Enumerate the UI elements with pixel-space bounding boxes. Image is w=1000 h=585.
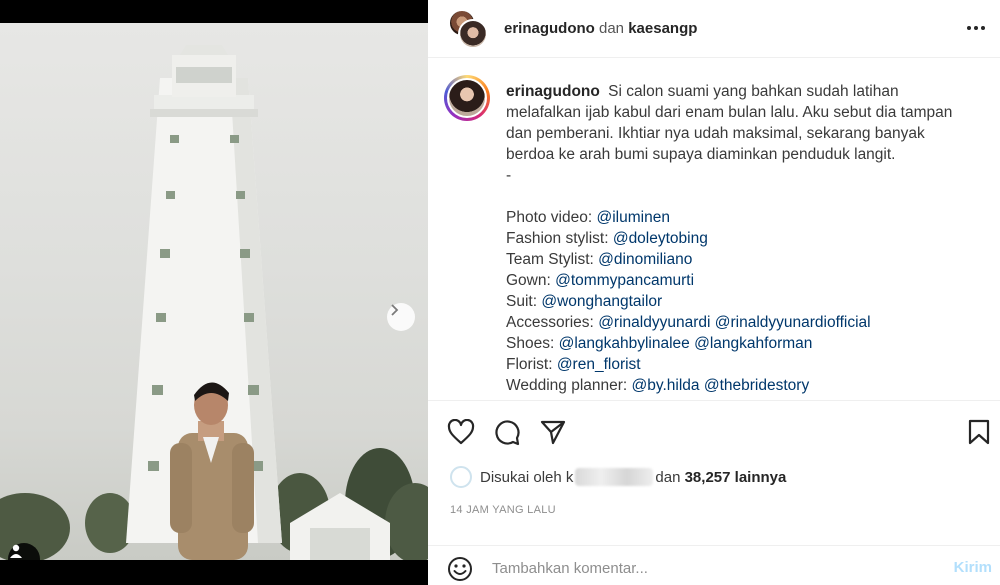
mention-link[interactable]: @ren_florist <box>557 356 641 373</box>
caption-area: erinagudono Si calon suami yang bahkan s… <box>428 59 1000 401</box>
share-button[interactable] <box>538 417 568 447</box>
comment-input[interactable] <box>492 556 932 580</box>
mention-link[interactable]: @by.hilda <box>632 377 700 394</box>
credit-label: Gown: <box>506 272 551 289</box>
chevron-right-icon <box>391 304 399 316</box>
comment-button[interactable] <box>492 417 522 447</box>
mention-link[interactable]: @tommypancamurti <box>555 272 694 289</box>
avatar <box>458 18 488 49</box>
mention-link[interactable]: @doleytobing <box>613 230 708 247</box>
emoji-button[interactable] <box>446 555 474 583</box>
header-username[interactable]: erinagudono <box>504 20 595 37</box>
save-button[interactable] <box>964 417 994 447</box>
credit-label: Photo video: <box>506 209 593 226</box>
comment-icon <box>495 420 520 446</box>
mention-link[interactable]: @langkahbylinalee <box>559 335 690 352</box>
avatar <box>447 78 487 118</box>
credit-line: Florist: @ren_florist <box>506 354 976 375</box>
credit-line: Shoes: @langkahbylinalee @langkahforman <box>506 333 976 354</box>
caption-dash: - <box>506 167 512 184</box>
credit-line: Gown: @tommypancamurti <box>506 270 976 291</box>
post-comment-button[interactable]: Kirim <box>954 559 992 576</box>
likes-visible-letter[interactable]: k <box>566 469 574 486</box>
credit-label: Shoes: <box>506 335 555 352</box>
credit-line: Photo video: @iluminen <box>506 207 976 228</box>
credit-label: Fashion stylist: <box>506 230 609 247</box>
more-options-button[interactable] <box>964 16 988 40</box>
carousel-next-button[interactable] <box>387 303 415 331</box>
caption-avatar[interactable] <box>444 75 490 121</box>
mention-link[interactable]: @thebridestory <box>704 377 809 394</box>
credit-label: Florist: <box>506 356 553 373</box>
lighthouse-photo <box>0 45 428 560</box>
likes-summary: Disukai oleh k dan 38,257 lainnya <box>450 466 786 488</box>
heart-icon <box>447 419 475 445</box>
post-media <box>0 0 428 585</box>
credit-line: Wedding planner: @by.hilda @thebridestor… <box>506 375 976 396</box>
mention-link[interactable]: @wonghangtailor <box>541 293 662 310</box>
send-icon <box>540 420 566 445</box>
header-joiner: dan <box>599 20 625 37</box>
likes-count[interactable]: 38,257 <box>685 469 731 486</box>
credit-label: Suit: <box>506 293 538 310</box>
collab-avatars[interactable] <box>448 8 488 49</box>
post-actions <box>428 413 1000 453</box>
credit-line: Suit: @wonghangtailor <box>506 291 976 312</box>
more-horizontal-icon <box>967 26 985 30</box>
comment-bar: Kirim <box>428 545 1000 585</box>
emoji-icon <box>448 557 472 581</box>
caption-text: erinagudono Si calon suami yang bahkan s… <box>506 81 976 396</box>
mention-link[interactable]: @rinaldyyunardi <box>598 314 710 331</box>
credit-label: Accessories: <box>506 314 594 331</box>
caption-username[interactable]: erinagudono <box>506 83 600 100</box>
like-button[interactable] <box>446 417 476 447</box>
bookmark-icon <box>968 419 990 445</box>
credit-label: Wedding planner: <box>506 377 628 394</box>
credit-line: Accessories: @rinaldyyunardi @rinaldyyun… <box>506 312 976 333</box>
post-photo <box>0 23 428 560</box>
mention-link[interactable]: @iluminen <box>597 209 670 226</box>
mention-link[interactable]: @dinomiliano <box>598 251 692 268</box>
user-tag-icon <box>10 544 22 558</box>
likes-suffix[interactable]: lainnya <box>735 469 787 486</box>
post-panel: erinagudono dan kaesangp erinagudono Si … <box>428 0 1000 585</box>
likes-prefix: Disukai oleh <box>480 468 562 486</box>
credit-line: Fashion stylist: @doleytobing <box>506 228 976 249</box>
likes-joiner: dan <box>655 468 681 486</box>
header-collaborator[interactable]: kaesangp <box>628 20 697 37</box>
avatar <box>450 466 472 488</box>
credit-label: Team Stylist: <box>506 251 594 268</box>
post-timestamp[interactable]: 14 JAM YANG LALU <box>450 504 556 516</box>
credit-line: Team Stylist: @dinomiliano <box>506 249 976 270</box>
post-header: erinagudono dan kaesangp <box>428 0 1000 58</box>
header-usernames: erinagudono dan kaesangp <box>504 20 697 37</box>
mention-link[interactable]: @rinaldyyunardiofficial <box>715 314 871 331</box>
mention-link[interactable]: @langkahforman <box>694 335 812 352</box>
blurred-username <box>575 468 654 486</box>
